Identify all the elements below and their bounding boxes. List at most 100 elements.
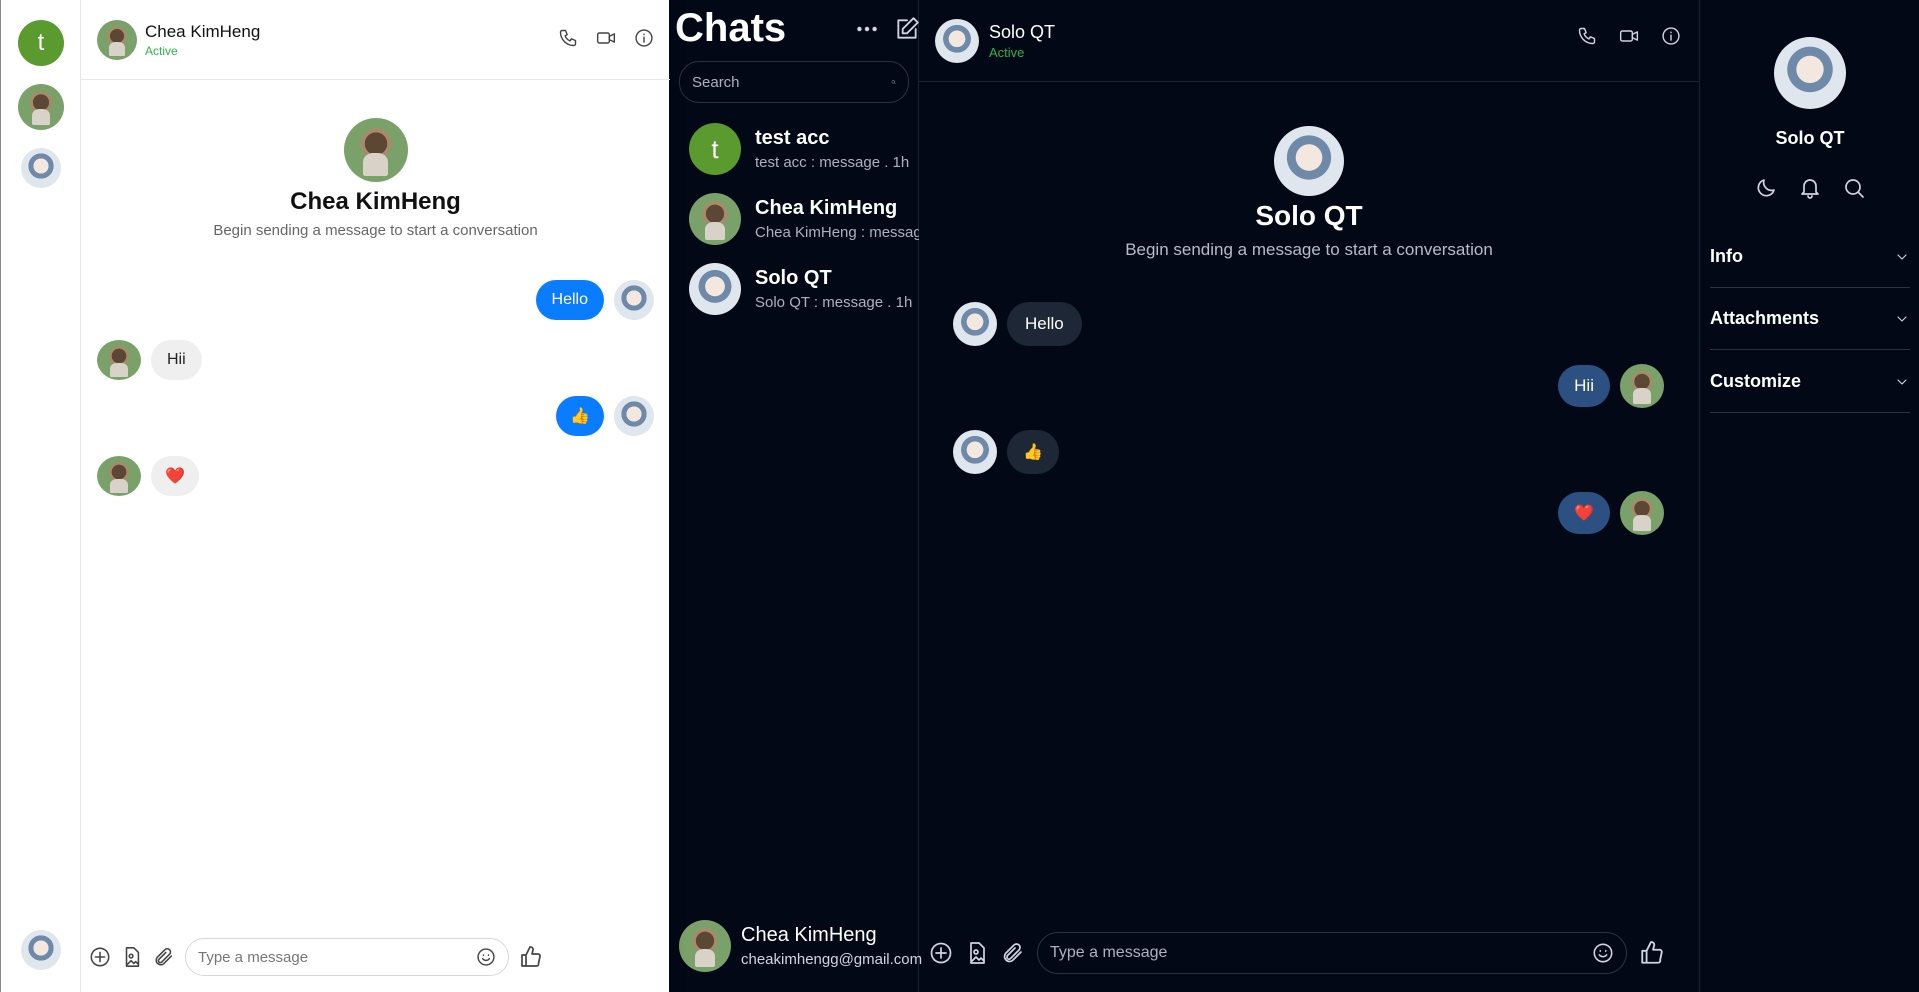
message-row-received: 👍	[953, 430, 1059, 474]
message-input[interactable]	[198, 948, 476, 966]
chat-name: test acc	[755, 127, 830, 149]
section-label: Customize	[1710, 371, 1802, 391]
chat-name: Chea KimHeng	[755, 197, 898, 219]
intro-name: Solo QT	[1255, 200, 1363, 231]
image-file-icon[interactable]	[965, 941, 989, 965]
chat-item-test-acc[interactable]: t test acc test acc : message . 1h	[689, 121, 919, 177]
phone-icon[interactable]	[558, 28, 578, 48]
search-input[interactable]	[692, 73, 891, 91]
avatar-letter: t	[711, 133, 719, 164]
current-user-avatar	[679, 920, 731, 972]
message-input[interactable]	[1050, 944, 1592, 962]
emoji-icon[interactable]	[1592, 942, 1614, 964]
message-bubble[interactable]: ❤️	[151, 456, 199, 496]
chat-avatar	[689, 263, 741, 315]
chat-avatar	[689, 193, 741, 245]
image-file-icon[interactable]	[121, 946, 143, 968]
header-avatar[interactable]	[935, 18, 979, 63]
sender-avatar	[97, 456, 141, 496]
rail-avatar-test-acc[interactable]: t	[18, 20, 64, 66]
message-bubble[interactable]: Hii	[1558, 365, 1610, 407]
contact-status: Active	[989, 44, 1025, 60]
plus-circle-icon[interactable]	[929, 941, 953, 965]
current-user-profile[interactable]: Chea KimHeng cheakimhengg@gmail.com	[679, 920, 923, 972]
moon-icon[interactable]	[1754, 176, 1778, 200]
header-avatar[interactable]	[97, 19, 137, 60]
profile-name: Solo QT	[1775, 128, 1845, 148]
dark-chat-window: Chats t test acc test acc : message . 1h…	[669, 0, 1919, 992]
section-attachments[interactable]: Attachments	[1710, 288, 1910, 350]
rail-avatar-chea-kimheng[interactable]	[18, 84, 64, 130]
section-info[interactable]: Info	[1710, 226, 1910, 288]
message-bubble[interactable]: Hello	[535, 280, 604, 320]
current-user-name: Chea KimHeng	[741, 924, 877, 946]
message-row-received: Hello	[953, 302, 1082, 346]
contact-status: Active	[145, 43, 178, 58]
message-input-box	[1037, 932, 1627, 974]
emoji-icon[interactable]	[476, 947, 496, 967]
sender-avatar	[614, 280, 654, 320]
video-icon[interactable]	[596, 28, 616, 48]
message-bubble[interactable]: 👍	[556, 396, 604, 436]
conversation-header: Solo QT Active	[919, 0, 1699, 82]
message-row-sent: Hello	[535, 280, 654, 320]
light-chat-window: t Chea KimHeng Active Chea KimHeng Begin…	[0, 0, 670, 992]
rail-avatar-solo-qt[interactable]	[21, 148, 61, 188]
chats-title: Chats	[675, 6, 787, 50]
message-bubble[interactable]: 👍	[1007, 430, 1059, 474]
phone-icon[interactable]	[1577, 26, 1597, 46]
message-row-received: ❤️	[97, 456, 199, 496]
info-icon[interactable]	[1661, 26, 1681, 46]
message-row-sent: Hii	[1558, 364, 1664, 408]
paperclip-icon[interactable]	[1001, 941, 1025, 965]
chat-item-solo-qt[interactable]: Solo QT Solo QT : message . 1h	[689, 261, 919, 317]
chat-avatar: t	[689, 123, 741, 175]
sender-avatar	[97, 340, 141, 380]
conversation-info-panel: Solo QT Info Attachments Customize	[1699, 0, 1919, 992]
plus-circle-icon[interactable]	[89, 946, 111, 968]
conversation-intro: Solo QT Begin sending a message to start…	[919, 126, 1699, 260]
chat-item-chea-kimheng[interactable]: Chea KimHeng Chea KimHeng : message . 1h	[689, 191, 919, 247]
current-user-email: cheakimhengg@gmail.com	[741, 951, 923, 968]
message-input-box	[185, 938, 509, 976]
compose-icon[interactable]	[894, 16, 920, 42]
intro-hint: Begin sending a message to start a conve…	[213, 222, 538, 239]
bell-icon[interactable]	[1798, 176, 1822, 200]
search-icon[interactable]	[1842, 176, 1866, 200]
conversation-panel: Solo QT Active Solo QT Begin sending a m…	[919, 0, 1699, 992]
video-icon[interactable]	[1619, 26, 1639, 46]
current-user-avatar[interactable]	[21, 930, 61, 970]
section-customize[interactable]: Customize	[1710, 351, 1910, 413]
message-row-sent: 👍	[556, 396, 654, 436]
conversation-intro: Chea KimHeng Begin sending a message to …	[81, 118, 670, 239]
chevron-down-icon	[1894, 374, 1910, 390]
paperclip-icon[interactable]	[153, 946, 175, 968]
sender-avatar	[1620, 491, 1664, 535]
contact-name: Solo QT	[989, 21, 1056, 42]
search-icon[interactable]	[891, 72, 896, 92]
contact-name: Chea KimHeng	[145, 21, 261, 41]
message-composer	[81, 935, 670, 979]
message-row-received: Hii	[97, 340, 202, 380]
more-options-icon[interactable]	[854, 16, 880, 42]
chat-list-panel: Chats t test acc test acc : message . 1h…	[669, 0, 923, 992]
chat-preview: Solo QT : message . 1h	[755, 294, 913, 311]
intro-avatar	[1274, 126, 1344, 196]
message-bubble[interactable]: Hii	[151, 340, 202, 380]
intro-name: Chea KimHeng	[290, 188, 461, 215]
chat-preview: test acc : message . 1h	[755, 154, 910, 171]
chevron-down-icon	[1894, 249, 1910, 265]
message-bubble[interactable]: ❤️	[1558, 492, 1610, 534]
sender-avatar	[953, 302, 997, 346]
message-bubble[interactable]: Hello	[1007, 302, 1082, 346]
thumbs-up-icon[interactable]	[1639, 940, 1665, 966]
intro-avatar	[343, 118, 408, 182]
chat-name: Solo QT	[755, 267, 832, 289]
info-icon[interactable]	[634, 28, 654, 48]
thumbs-up-icon[interactable]	[519, 945, 543, 969]
chat-preview: Chea KimHeng : message . 1h	[755, 224, 919, 241]
section-label: Attachments	[1710, 308, 1820, 328]
avatar-letter: t	[37, 29, 45, 56]
search-box	[679, 61, 909, 103]
message-row-sent: ❤️	[1558, 491, 1664, 535]
